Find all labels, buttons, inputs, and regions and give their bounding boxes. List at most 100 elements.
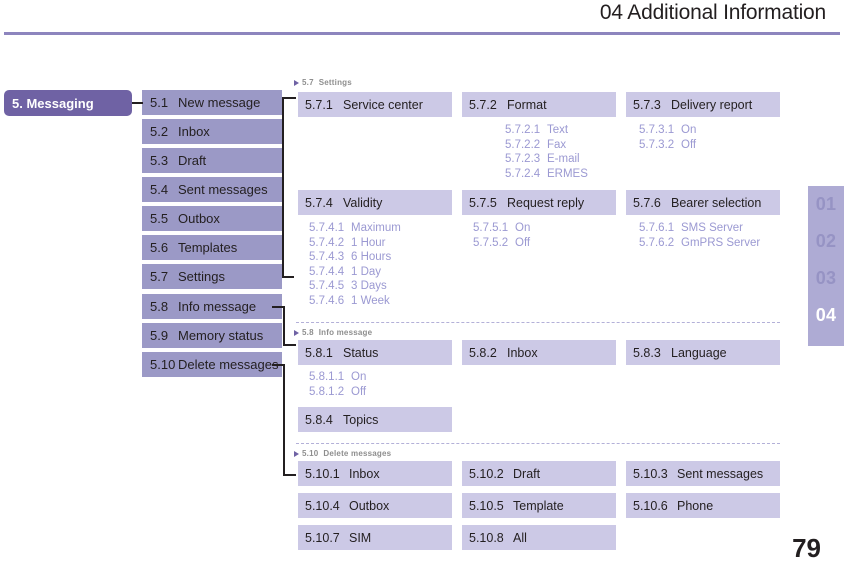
node-5-7-1[interactable]: 5.7.1 Service center bbox=[298, 92, 452, 117]
menu-item-5-7-label: Settings bbox=[178, 269, 225, 284]
leaf-5-7-4-4[interactable]: 5.7.4.4 1 Day bbox=[309, 265, 401, 280]
node-5-7-4-number: 5.7.4 bbox=[305, 195, 333, 210]
leaf-5-7-4-5[interactable]: 5.7.4.5 3 Days bbox=[309, 279, 401, 294]
leaf-5-7-6-2-label: GmPRS Server bbox=[681, 236, 761, 249]
page-title: 04 Additional Information bbox=[599, 1, 826, 24]
menu-item-5-10-label: Delete messages bbox=[178, 357, 279, 372]
node-5-10-1-number: 5.10.1 bbox=[305, 466, 340, 481]
menu-item-5-4-number: 5.4 bbox=[150, 182, 169, 197]
menu-item-5-5-number: 5.5 bbox=[150, 211, 169, 226]
connector-5-7-spine bbox=[282, 97, 284, 278]
node-5-7-4-label: Validity bbox=[343, 195, 383, 210]
chapter-tab-02[interactable]: 02 bbox=[816, 232, 837, 250]
node-5-10-7[interactable]: 5.10.7 SIM bbox=[298, 525, 452, 550]
node-5-7-6[interactable]: 5.7.6 Bearer selection bbox=[626, 190, 780, 215]
leaf-5-8-1-1[interactable]: 5.8.1.1 On bbox=[309, 370, 366, 385]
leaf-5-7-3-2-number: 5.7.3.2 bbox=[639, 138, 675, 151]
leaf-5-7-2-2[interactable]: 5.7.2.2 Fax bbox=[505, 138, 588, 153]
node-5-10-2-label: Draft bbox=[513, 466, 541, 481]
leaf-5-8-1-1-number: 5.8.1.1 bbox=[309, 371, 345, 383]
leaf-5-7-3-2[interactable]: 5.7.3.2 Off bbox=[639, 138, 696, 153]
leaf-list-5-7-5: 5.7.5.1 On 5.7.5.2 Off bbox=[473, 221, 530, 250]
leaf-list-5-7-2: 5.7.2.1 Text 5.7.2.2 Fax 5.7.2.3 E-mail 5.7… bbox=[505, 123, 588, 181]
menu-item-5-8[interactable]: 5.8 Info message bbox=[142, 294, 282, 319]
menu-item-5-10[interactable]: 5.10 Delete messages bbox=[142, 352, 282, 377]
node-5-8-1[interactable]: 5.8.1 Status bbox=[298, 340, 452, 365]
node-5-8-3[interactable]: 5.8.3 Language bbox=[626, 340, 780, 365]
chapter-tab-01[interactable]: 01 bbox=[816, 195, 837, 213]
menu-item-5-3[interactable]: 5.3 Draft bbox=[142, 148, 282, 173]
menu-item-5-7[interactable]: 5.7 Settings bbox=[142, 264, 282, 289]
node-5-7-5-label: Request reply bbox=[507, 195, 585, 210]
menu-item-5-2[interactable]: 5.2 Inbox bbox=[142, 119, 282, 144]
connector-5-7-stub bbox=[282, 276, 294, 278]
leaf-5-7-6-2-number: 5.7.6.2 bbox=[639, 236, 675, 249]
menu-item-5-4[interactable]: 5.4 Sent messages bbox=[142, 177, 282, 202]
node-5-10-5[interactable]: 5.10.5 Template bbox=[462, 493, 616, 518]
section-header-delete-messages: 5.10 Delete messages bbox=[294, 449, 391, 458]
leaf-5-7-2-4-label: ERMES bbox=[547, 167, 588, 180]
node-5-7-3[interactable]: 5.7.3 Delivery report bbox=[626, 92, 780, 117]
chapter-tab-04[interactable]: 04 bbox=[816, 306, 837, 324]
leaf-5-7-2-1[interactable]: 5.7.2.1 Text bbox=[505, 123, 588, 138]
leaf-5-7-3-1[interactable]: 5.7.3.1 On bbox=[639, 123, 696, 138]
node-5-10-1[interactable]: 5.10.1 Inbox bbox=[298, 461, 452, 486]
leaf-5-7-4-3[interactable]: 5.7.4.3 6 Hours bbox=[309, 250, 401, 265]
menu-item-5-9-label: Memory status bbox=[178, 328, 264, 343]
connector-5-8-bottom bbox=[283, 344, 296, 346]
menu-item-5-2-label: Inbox bbox=[178, 124, 210, 139]
menu-item-5-9[interactable]: 5.9 Memory status bbox=[142, 323, 282, 348]
leaf-5-8-1-2[interactable]: 5.8.1.2 Off bbox=[309, 385, 366, 400]
leaf-5-7-5-1[interactable]: 5.7.5.1 On bbox=[473, 221, 530, 236]
leaf-5-7-4-5-label: 3 Days bbox=[351, 280, 387, 293]
leaf-5-7-2-4[interactable]: 5.7.2.4 ERMES bbox=[505, 167, 588, 182]
leaf-5-7-4-6[interactable]: 5.7.4.6 1 Week bbox=[309, 294, 401, 309]
menu-item-5-5[interactable]: 5.5 Outbox bbox=[142, 206, 282, 231]
root-node-messaging[interactable]: 5. Messaging bbox=[4, 90, 132, 116]
node-5-10-3[interactable]: 5.10.3 Sent messages bbox=[626, 461, 780, 486]
menu-item-5-6[interactable]: 5.6 Templates bbox=[142, 235, 282, 260]
leaf-5-7-6-2[interactable]: 5.7.6.2 GmPRS Server bbox=[639, 236, 760, 251]
node-5-7-6-label: Bearer selection bbox=[671, 195, 762, 210]
section-header-info-message-number: 5.8 bbox=[302, 328, 314, 337]
leaf-5-7-5-2[interactable]: 5.7.5.2 Off bbox=[473, 236, 530, 251]
node-5-8-3-number: 5.8.3 bbox=[633, 345, 661, 360]
section-header-info-message-label: Info message bbox=[318, 328, 373, 337]
menu-item-5-6-label: Templates bbox=[178, 240, 238, 255]
menu-item-5-1[interactable]: 5.1 New message bbox=[142, 90, 282, 115]
node-5-8-3-label: Language bbox=[671, 345, 727, 360]
triangle-marker-icon bbox=[294, 450, 299, 457]
leaf-list-5-7-3: 5.7.3.1 On 5.7.3.2 Off bbox=[639, 123, 696, 152]
leaf-5-7-4-1[interactable]: 5.7.4.1 Maximum bbox=[309, 221, 401, 236]
node-5-8-2[interactable]: 5.8.2 Inbox bbox=[462, 340, 616, 365]
node-5-7-1-number: 5.7.1 bbox=[305, 97, 333, 112]
triangle-marker-icon bbox=[294, 79, 299, 86]
leaf-5-7-4-6-number: 5.7.4.6 bbox=[309, 294, 345, 307]
leaf-5-7-2-3[interactable]: 5.7.2.3 E-mail bbox=[505, 152, 588, 167]
section-header-settings-number: 5.7 bbox=[302, 78, 314, 87]
leaf-5-7-2-1-label: Text bbox=[547, 124, 569, 136]
menu-item-5-8-label: Info message bbox=[178, 299, 257, 314]
connector-5-8-spine bbox=[283, 306, 285, 345]
menu-item-5-3-label: Draft bbox=[178, 153, 207, 168]
leaf-5-7-6-1[interactable]: 5.7.6.1 SMS Server bbox=[639, 221, 760, 236]
node-5-10-5-number: 5.10.5 bbox=[469, 498, 504, 513]
leaf-5-7-5-2-number: 5.7.5.2 bbox=[473, 236, 509, 249]
node-5-8-4[interactable]: 5.8.4 Topics bbox=[298, 407, 452, 432]
leaf-5-7-4-5-number: 5.7.4.5 bbox=[309, 280, 345, 293]
node-5-7-4[interactable]: 5.7.4 Validity bbox=[298, 190, 452, 215]
node-5-10-6[interactable]: 5.10.6 Phone bbox=[626, 493, 780, 518]
leaf-5-7-4-2[interactable]: 5.7.4.2 1 Hour bbox=[309, 236, 401, 251]
node-5-7-5[interactable]: 5.7.5 Request reply bbox=[462, 190, 616, 215]
node-5-10-2[interactable]: 5.10.2 Draft bbox=[462, 461, 616, 486]
leaf-5-7-2-4-number: 5.7.2.4 bbox=[505, 167, 541, 180]
node-5-10-2-number: 5.10.2 bbox=[469, 466, 504, 481]
node-5-7-2[interactable]: 5.7.2 Format bbox=[462, 92, 616, 117]
leaf-5-7-6-1-label: SMS Server bbox=[681, 222, 743, 234]
chapter-tab-03[interactable]: 03 bbox=[816, 269, 837, 287]
node-5-10-4[interactable]: 5.10.4 Outbox bbox=[298, 493, 452, 518]
leaf-5-7-3-1-number: 5.7.3.1 bbox=[639, 124, 675, 136]
node-5-7-6-number: 5.7.6 bbox=[633, 195, 661, 210]
node-5-10-8[interactable]: 5.10.8 All bbox=[462, 525, 616, 550]
leaf-5-7-4-4-number: 5.7.4.4 bbox=[309, 265, 345, 278]
